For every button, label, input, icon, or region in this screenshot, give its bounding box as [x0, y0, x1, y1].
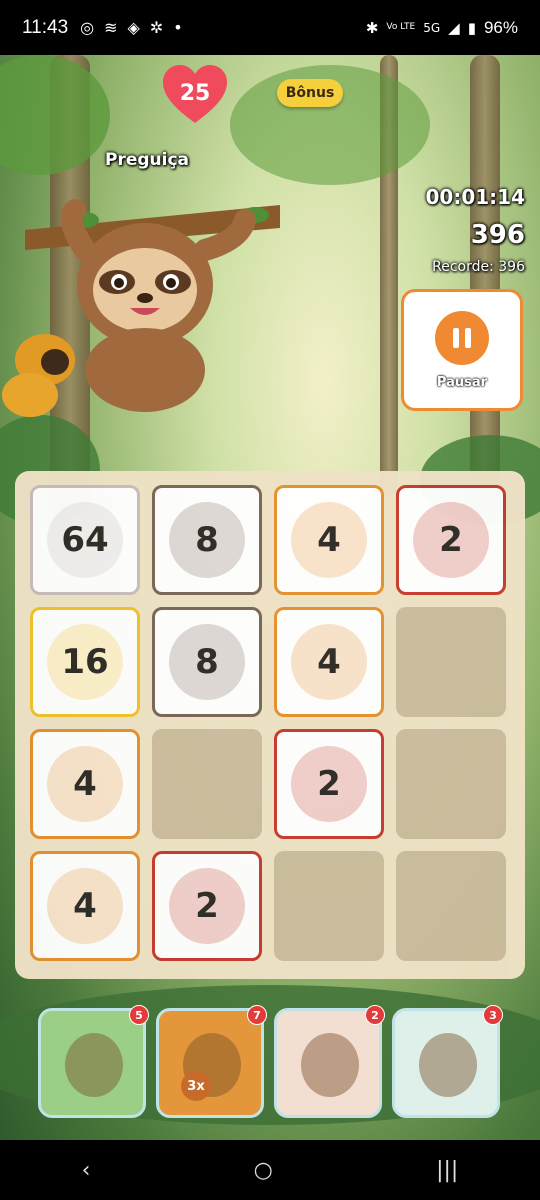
- empty-cell: [396, 607, 506, 717]
- navigation-bar: ‹ ○ |||: [0, 1140, 540, 1200]
- pause-icon: [435, 310, 489, 365]
- powerup-count-badge: 5: [129, 1005, 149, 1025]
- status-right: ✱ Vo LTE 5G ◢ ▮ 96%: [366, 18, 518, 38]
- animal-name: Preguiça: [105, 150, 190, 170]
- powerup-count-badge: 7: [247, 1005, 267, 1025]
- volte-label: Vo LTE: [386, 22, 416, 32]
- tile-value: 2: [439, 520, 463, 560]
- empty-cell: [152, 729, 262, 839]
- tile-toucan: 16: [30, 607, 140, 717]
- tile-value: 64: [61, 520, 109, 560]
- whatsapp-icon: ◎: [80, 18, 95, 37]
- tile-value: 8: [195, 642, 219, 682]
- lives-count: 25: [179, 81, 211, 106]
- empty-cell: [396, 851, 506, 961]
- bonus-button[interactable]: Bônus: [277, 79, 343, 107]
- back-icon[interactable]: ‹: [82, 1158, 91, 1183]
- signal-icon: ◢: [448, 18, 460, 37]
- pause-label: Pausar: [436, 374, 488, 390]
- recents-icon[interactable]: |||: [436, 1158, 458, 1183]
- settings-icon: ✲: [149, 18, 164, 37]
- tile-sloth: 64: [30, 485, 140, 595]
- dot-icon: •: [173, 18, 183, 37]
- lives-heart: 25: [163, 65, 227, 125]
- powerup-snake[interactable]: 5: [38, 1005, 149, 1118]
- tile-value: 16: [61, 642, 109, 682]
- tile-fox: 4: [274, 607, 384, 717]
- tile-ant: 2: [396, 485, 506, 595]
- multiplier-label: 3x: [181, 1071, 211, 1101]
- tile-value: 4: [317, 642, 341, 682]
- jaguar-icon: [419, 1033, 477, 1097]
- bluetooth-icon: ✱: [365, 18, 379, 37]
- powerup-count-badge: 2: [365, 1005, 385, 1025]
- record: Recorde: 396: [432, 259, 525, 275]
- tile-fox: 4: [30, 851, 140, 961]
- status-bar: 11:43 ◎ ≋ ◈ ✲ • ✱ Vo LTE 5G ◢ ▮ 96%: [0, 0, 540, 55]
- game-board[interactable]: 64 8 4 2 16 8 4 4 2 4 2: [15, 471, 525, 979]
- snake-icon: [65, 1033, 123, 1097]
- tile-frog: 8: [152, 485, 262, 595]
- status-time: 11:43: [22, 16, 69, 38]
- score: 396: [470, 220, 525, 250]
- powerup-lion-tamarin[interactable]: 7 3x: [156, 1005, 267, 1118]
- tile-value: 2: [317, 764, 341, 804]
- powerup-bar: 5 7 3x 2 3: [38, 1005, 508, 1123]
- pause-button[interactable]: Pausar: [401, 289, 523, 411]
- foliage: [0, 55, 110, 175]
- app-icon: ◈: [127, 18, 140, 37]
- game-timer: 00:01:14: [425, 185, 526, 209]
- tile-value: 4: [317, 520, 341, 560]
- powerup-capybara[interactable]: 2: [274, 1005, 385, 1118]
- signal-app-icon: ≋: [104, 18, 118, 37]
- battery-level: 96%: [483, 17, 518, 37]
- tile-value: 2: [195, 886, 219, 926]
- tile-fox: 4: [274, 485, 384, 595]
- tile-ant: 2: [152, 851, 262, 961]
- home-icon[interactable]: ○: [254, 1158, 273, 1183]
- network-label: 5G: [423, 20, 441, 35]
- status-left-icons: ◎ ≋ ◈ ✲ •: [80, 18, 183, 37]
- capybara-icon: [301, 1033, 359, 1097]
- battery-icon: ▮: [467, 18, 476, 37]
- tile-ant: 2: [274, 729, 384, 839]
- tile-frog: 8: [152, 607, 262, 717]
- sloth-illustration: [25, 190, 285, 430]
- tile-value: 4: [73, 764, 97, 804]
- tile-fox: 4: [30, 729, 140, 839]
- tile-value: 8: [195, 520, 219, 560]
- tile-value: 4: [73, 886, 97, 926]
- powerup-count-badge: 3: [483, 1005, 503, 1025]
- empty-cell: [274, 851, 384, 961]
- empty-cell: [396, 729, 506, 839]
- powerup-jaguar[interactable]: 3: [392, 1005, 503, 1118]
